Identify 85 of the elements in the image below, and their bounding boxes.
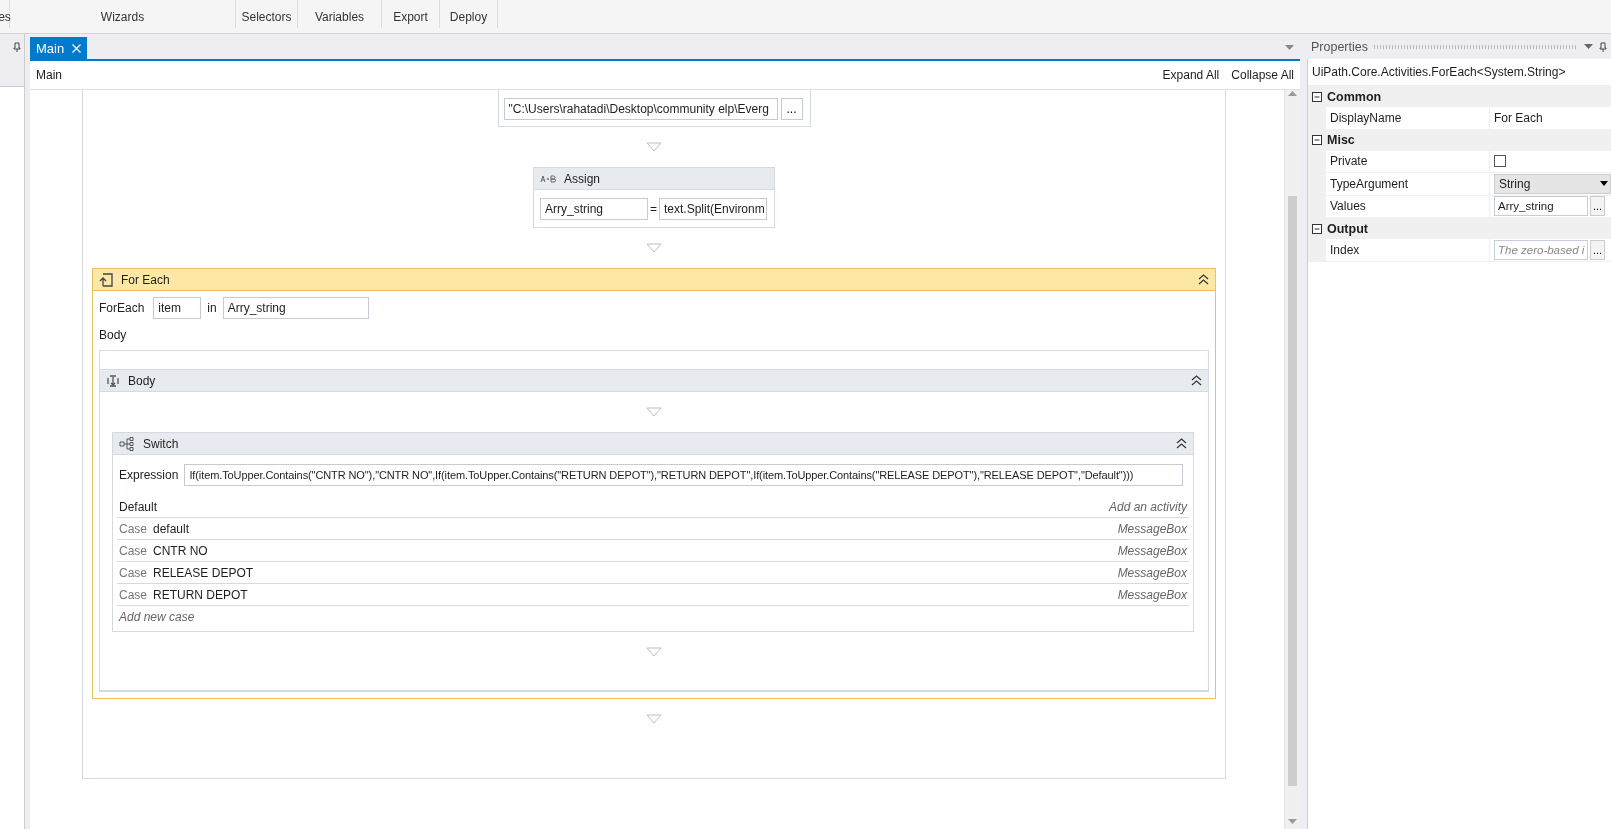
caret-icon[interactable] (1600, 181, 1608, 187)
scrollbar-thumb[interactable] (1288, 196, 1297, 786)
dropdown-icon[interactable] (1285, 45, 1294, 50)
category-header: Output (1327, 221, 1368, 236)
assign-icon (540, 174, 556, 183)
ribbon-group-label: Wizards (100, 10, 145, 24)
close-icon[interactable] (72, 43, 82, 53)
activity-card[interactable]: "C:\Users\rahatadi\Desktop\community elp\Everg ... (497, 90, 811, 127)
browse-button[interactable]: ... (1590, 239, 1606, 260)
activity-title: For Each (121, 272, 170, 287)
path-field[interactable]: "C:\Users\rahatadi\Desktop\community elp\Everg (503, 98, 778, 120)
values-field[interactable]: Arry_string (222, 297, 369, 319)
case-label: Case (119, 543, 147, 558)
add-case-link[interactable]: Add new case (119, 609, 195, 624)
case-value: RETURN DEPOT (153, 587, 248, 602)
collapse-icon[interactable] (1198, 274, 1209, 285)
equals-sign: = (650, 202, 657, 216)
designer-action-link[interactable]: Collapse All (1231, 68, 1294, 82)
category-header: Common (1327, 89, 1382, 104)
collapse-icon[interactable] (1312, 91, 1322, 102)
activity-type-name: UiPath.Core.Activities.ForEach<System.String> (1312, 65, 1566, 79)
collapse-icon[interactable] (1191, 375, 1202, 386)
case-activity[interactable]: MessageBox (1117, 565, 1187, 580)
collapse-icon[interactable] (1312, 223, 1322, 234)
case-row[interactable]: Case default MessageBox (117, 518, 1189, 540)
field-label: Expression (119, 468, 179, 482)
category-header: Misc (1327, 133, 1355, 147)
property-name: Private (1326, 150, 1490, 172)
pin-icon[interactable] (13, 42, 21, 52)
dropdown-icon[interactable] (1584, 44, 1593, 49)
ribbon-group-label: Selectors (241, 10, 292, 24)
property-name: DisplayName (1326, 107, 1490, 129)
item-field[interactable]: item (153, 297, 202, 319)
activity-title: Assign (564, 171, 601, 186)
case-activity[interactable]: MessageBox (1117, 543, 1187, 558)
browse-button[interactable]: ... (780, 98, 803, 120)
assign-activity[interactable]: Assign Arry_string = text.Split(Environm (533, 167, 775, 228)
down-triangle-icon (646, 714, 662, 724)
panel-title: Properties (1311, 39, 1368, 54)
down-triangle-icon (646, 243, 662, 253)
case-activity[interactable]: MessageBox (1117, 587, 1187, 602)
case-label: Case (119, 587, 147, 602)
collapse-icon[interactable] (1312, 135, 1322, 145)
breadcrumb[interactable]: Main (36, 68, 62, 82)
ribbon-group-label: Deploy (449, 10, 488, 24)
ribbon-group-label: Variables (314, 10, 365, 24)
property-field[interactable]: The zero-based i (1494, 239, 1588, 260)
expression-field[interactable]: If(item.ToUpper.Contains("CNTR NO"),"CNTR NO",If(item.ToUpper.Contains("RETURN DEPOT"),"RETURN DEPOT",If(item.ToUpper.Contains("RELEASE DEPOT"),"RELEASE DEPOT","Default"))) (184, 464, 1183, 486)
activity-title: Switch (143, 436, 179, 451)
collapse-icon[interactable] (1176, 438, 1187, 449)
field-label: in (207, 301, 217, 315)
case-row[interactable]: Case RETURN DEPOT MessageBox (117, 584, 1189, 606)
pin-icon[interactable] (1599, 41, 1607, 52)
case-value: default (153, 521, 190, 536)
loop-icon (99, 272, 113, 287)
document-tab[interactable]: Main (30, 37, 88, 59)
field-label: ForEach (99, 301, 145, 315)
browse-button[interactable]: ... (1590, 196, 1606, 217)
sequence-icon (106, 373, 120, 388)
designer-action-link[interactable]: Expand All (1162, 68, 1220, 82)
assign-value-field[interactable]: text.Split(Environm (659, 198, 767, 220)
section-label: Body (99, 328, 127, 342)
ribbon-group-label: Export (393, 10, 428, 24)
property-name: Values (1326, 195, 1490, 217)
down-triangle-icon (646, 407, 662, 417)
case-row[interactable]: Case RELEASE DEPOT MessageBox (117, 562, 1189, 584)
case-label: Case (119, 565, 147, 580)
property-field[interactable]: Arry_string (1494, 196, 1588, 217)
case-value: RELEASE DEPOT (153, 565, 254, 580)
down-triangle-icon (646, 142, 662, 152)
switch-activity[interactable] (112, 432, 1194, 632)
down-triangle-icon (646, 647, 662, 657)
section-label: Default (119, 499, 158, 514)
property-name: TypeArgument (1326, 173, 1490, 195)
activity-title: Body (128, 373, 156, 388)
case-activity[interactable]: MessageBox (1117, 521, 1187, 536)
assign-to-field[interactable]: Arry_string (540, 198, 648, 220)
add-activity-hint[interactable]: Add an activity (1108, 499, 1187, 514)
checkbox[interactable] (1494, 155, 1506, 168)
property-name: Index (1326, 239, 1490, 261)
case-label: Case (119, 521, 147, 536)
dropdown[interactable]: String (1494, 173, 1611, 194)
switch-icon (119, 436, 135, 451)
case-value: CNTR NO (153, 543, 208, 558)
case-row[interactable]: Case CNTR NO MessageBox (117, 540, 1189, 562)
